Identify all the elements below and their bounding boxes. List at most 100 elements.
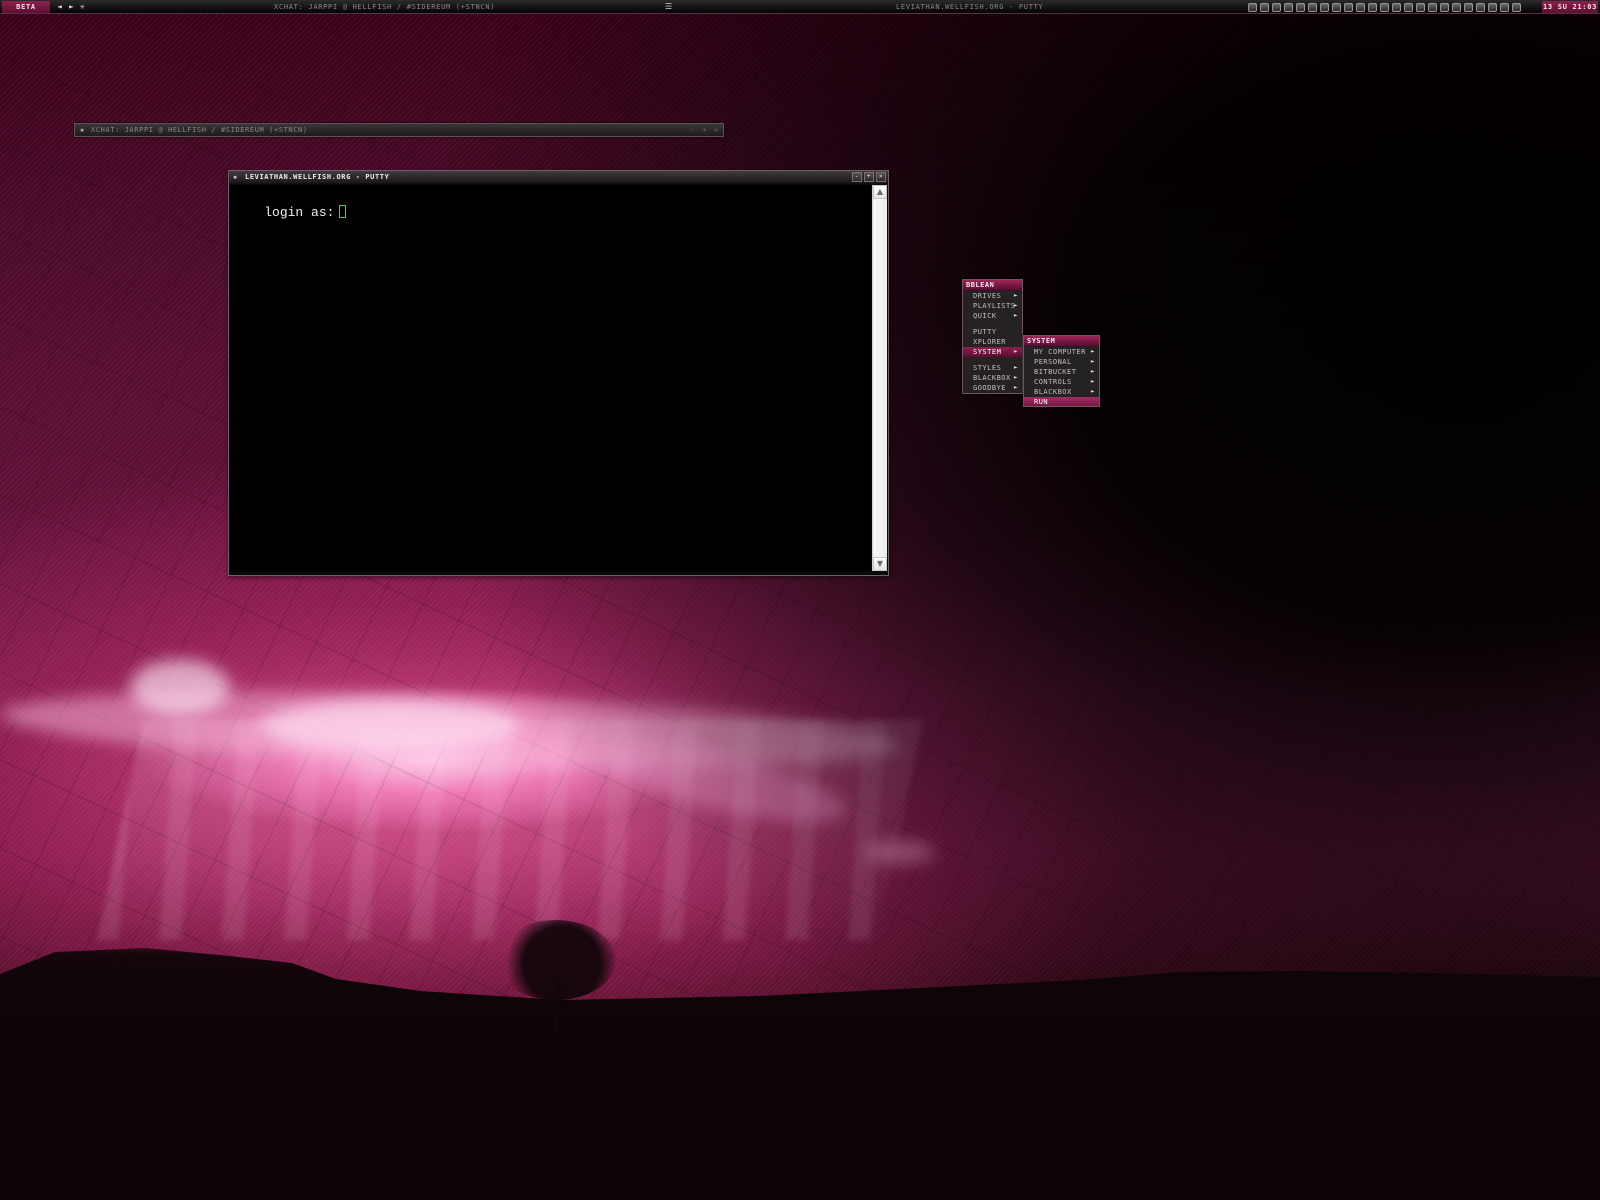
- tray-icon-23[interactable]: [1512, 2, 1521, 12]
- tray-icon-5[interactable]: [1296, 2, 1305, 12]
- menu-item-personal[interactable]: PERSONAL ►: [1024, 357, 1099, 367]
- tray-icon-22[interactable]: [1500, 2, 1509, 12]
- beta-button[interactable]: BETA: [2, 1, 50, 13]
- submenu-arrow-icon: ►: [1090, 388, 1095, 395]
- tray-icon-6[interactable]: [1308, 2, 1317, 12]
- tray-icon-18[interactable]: [1452, 2, 1461, 12]
- close-icon[interactable]: ×: [714, 124, 719, 136]
- submenu-arrow-icon: ►: [1090, 378, 1095, 385]
- tray-icon-15[interactable]: [1416, 2, 1425, 12]
- menu-item-xplorer[interactable]: XPLORER: [963, 337, 1022, 347]
- submenu-arrow-icon: ►: [1013, 384, 1018, 391]
- submenu-arrow-icon: ►: [1090, 368, 1095, 375]
- scroll-up-button[interactable]: ▲: [873, 185, 887, 199]
- previous-workspace-icon[interactable]: ◄: [57, 0, 63, 14]
- close-button[interactable]: ×: [876, 172, 886, 182]
- xchat-window-title[interactable]: XCHAT: JARPPI @ HELLFISH / #SIDEREUM (+S…: [91, 124, 308, 136]
- taskbar-xchat-title[interactable]: XCHAT: JARPPI @ HELLFISH / #SIDEREUM (+S…: [274, 0, 495, 14]
- submenu-arrow-icon: ►: [1090, 358, 1095, 365]
- putty-titlebar[interactable]: ▪ LEVIATHAN.WELLFISH.ORG - PUTTY - + ×: [229, 171, 888, 184]
- submenu-arrow-icon: ►: [1013, 374, 1018, 381]
- menu-item-label: DRIVES: [973, 292, 1002, 300]
- cloud-trail: [597, 727, 853, 838]
- menu-item-label: BLACKBOX: [973, 374, 1011, 382]
- submenu-arrow-icon: ►: [1013, 312, 1018, 319]
- tray-icon-19[interactable]: [1464, 2, 1473, 12]
- putty-window[interactable]: ▪ LEVIATHAN.WELLFISH.ORG - PUTTY - + × l…: [228, 170, 889, 576]
- tray-icon-14[interactable]: [1404, 2, 1413, 12]
- tray-icon-11[interactable]: [1368, 2, 1377, 12]
- submenu-arrow-icon: ►: [1013, 302, 1018, 309]
- bblean-menu-title: BBLEAN: [963, 280, 1022, 291]
- minimize-icon[interactable]: -: [691, 124, 696, 136]
- menu-item-label: BITBUCKET: [1034, 368, 1077, 376]
- tray-icon-17[interactable]: [1440, 2, 1449, 12]
- system-submenu: SYSTEM MY COMPUTER ► PERSONAL ► BITBUCKE…: [1023, 335, 1100, 407]
- login-prompt: login as:: [264, 205, 335, 220]
- menu-item-system[interactable]: SYSTEM ►: [963, 347, 1022, 357]
- tray-icon-9[interactable]: [1344, 2, 1353, 12]
- xchat-window[interactable]: ▪ XCHAT: JARPPI @ HELLFISH / #SIDEREUM (…: [74, 123, 724, 137]
- menu-item-label: PUTTY: [973, 328, 997, 336]
- cloud-wisp: [865, 840, 935, 864]
- putty-window-controls: - + ×: [852, 172, 886, 182]
- menu-item-goodbye[interactable]: GOODBYE ►: [963, 383, 1022, 393]
- submenu-arrow-icon: ►: [1090, 348, 1095, 355]
- maximize-icon[interactable]: +: [702, 124, 707, 136]
- cloud-band: [0, 679, 901, 781]
- tree-canopy: [496, 920, 616, 1000]
- scroll-down-button[interactable]: ▼: [873, 557, 887, 571]
- menu-item-drives[interactable]: DRIVES ►: [963, 291, 1022, 301]
- menu-item-blackbox[interactable]: BLACKBOX ►: [963, 373, 1022, 383]
- top-taskbar: BETA ◄ ► ✳ XCHAT: JARPPI @ HELLFISH / #S…: [0, 0, 1600, 14]
- tray-icon-7[interactable]: [1320, 2, 1329, 12]
- clock-badge[interactable]: 13 SU 21:03: [1542, 1, 1598, 13]
- submenu-arrow-icon: ►: [1013, 364, 1018, 371]
- menu-item-playlists[interactable]: PLAYLISTS ►: [963, 301, 1022, 311]
- tray-icon-21[interactable]: [1488, 2, 1497, 12]
- tray-icon-4[interactable]: [1284, 2, 1293, 12]
- terminal-cursor[interactable]: [339, 205, 347, 218]
- system-tray: [1248, 0, 1538, 14]
- cloud-highlight-left: [130, 660, 230, 715]
- menu-item-my-computer[interactable]: MY COMPUTER ►: [1024, 347, 1099, 357]
- scroll-track[interactable]: [874, 199, 886, 557]
- menu-item-quick[interactable]: QUICK ►: [963, 311, 1022, 321]
- menu-item-controls[interactable]: CONTROLS ►: [1024, 377, 1099, 387]
- menu-item-run[interactable]: RUN: [1024, 397, 1099, 406]
- tray-icon-3[interactable]: [1272, 2, 1281, 12]
- menu-item-putty[interactable]: PUTTY: [963, 327, 1022, 337]
- tray-icon-13[interactable]: [1392, 2, 1401, 12]
- menu-item-label: CONTROLS: [1034, 378, 1072, 386]
- minimize-button[interactable]: -: [852, 172, 862, 182]
- menu-item-label: PLAYLISTS: [973, 302, 1016, 310]
- submenu-arrow-icon: ►: [1013, 348, 1018, 355]
- menu-item-blackbox-system[interactable]: BLACKBOX ►: [1024, 387, 1099, 397]
- tray-icon-2[interactable]: [1260, 2, 1269, 12]
- putty-system-icon[interactable]: ▪: [233, 171, 238, 184]
- light-rays: [96, 720, 924, 940]
- taskbar-putty-title[interactable]: LEVIATHAN.WELLFISH.ORG - PUTTY: [896, 0, 1043, 14]
- workspace-toggle-icon[interactable]: ☰: [665, 0, 673, 14]
- window-menu-icon[interactable]: ▪: [80, 124, 84, 136]
- terminal-output[interactable]: login as:: [230, 185, 871, 571]
- maximize-button[interactable]: +: [864, 172, 874, 182]
- tray-icon-8[interactable]: [1332, 2, 1341, 12]
- tray-icon-20[interactable]: [1476, 2, 1485, 12]
- tree-trunk: [553, 977, 561, 1035]
- tray-icon-16[interactable]: [1428, 2, 1437, 12]
- tray-icon-1[interactable]: [1248, 2, 1257, 12]
- menu-item-label: QUICK: [973, 312, 997, 320]
- taskbar-tool-icon[interactable]: ✳: [80, 0, 86, 14]
- next-workspace-icon[interactable]: ►: [69, 0, 75, 14]
- terminal-scrollbar[interactable]: ▲ ▼: [872, 185, 887, 571]
- putty-window-title[interactable]: LEVIATHAN.WELLFISH.ORG - PUTTY: [245, 171, 389, 184]
- menu-item-label: BLACKBOX: [1034, 388, 1072, 396]
- menu-item-styles[interactable]: STYLES ►: [963, 363, 1022, 373]
- menu-item-label: PERSONAL: [1034, 358, 1072, 366]
- tray-icon-10[interactable]: [1356, 2, 1365, 12]
- menu-item-label: SYSTEM: [973, 348, 1002, 356]
- menu-item-bitbucket[interactable]: BITBUCKET ►: [1024, 367, 1099, 377]
- horizon-ground: [0, 948, 1600, 1200]
- tray-icon-12[interactable]: [1380, 2, 1389, 12]
